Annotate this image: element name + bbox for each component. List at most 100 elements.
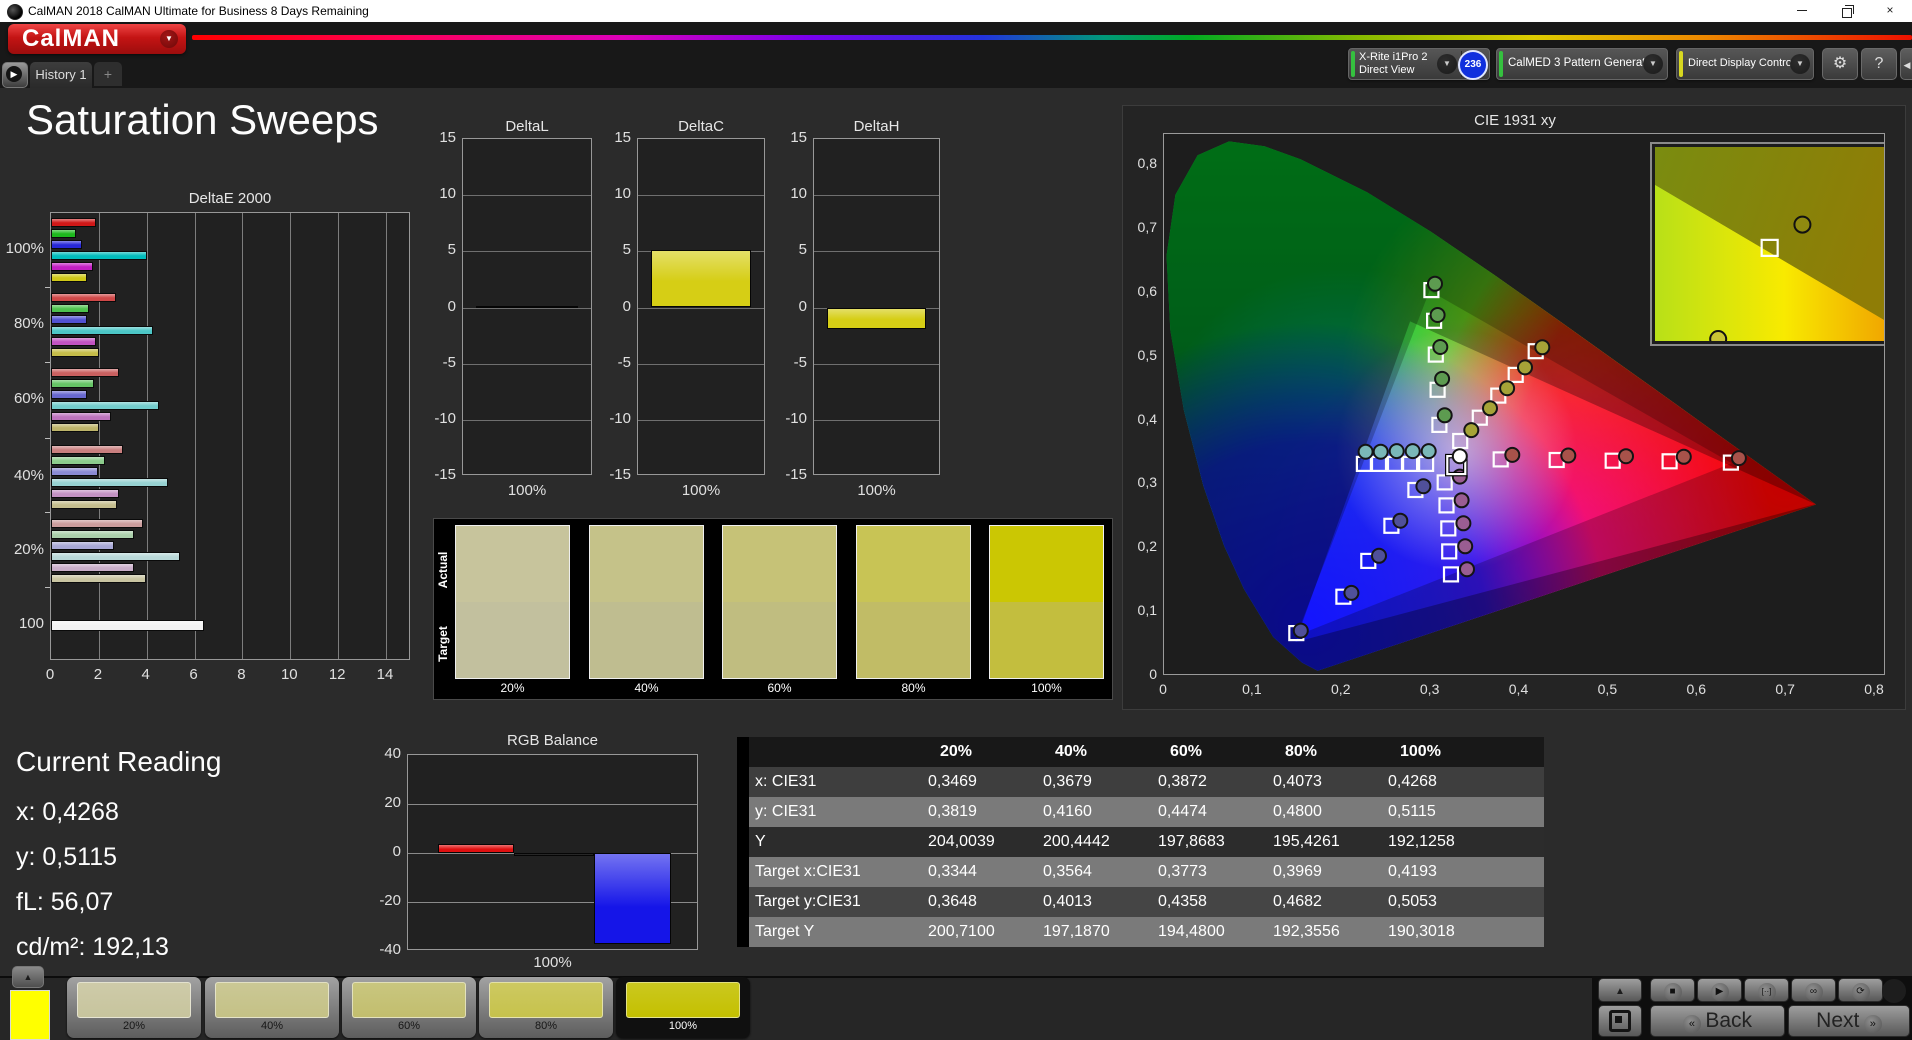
row-label-actual: Actual: [436, 545, 450, 595]
cie-measured-dot-red: [1561, 449, 1575, 463]
table-column-header: 80%: [1285, 737, 1380, 767]
reading-line: y: 0,5115: [16, 843, 117, 872]
cie-x-tick: 0,3: [1414, 681, 1446, 697]
deltae-bar: [51, 390, 87, 399]
cie-diagram: [1163, 133, 1885, 675]
rgb-y-tick: -40: [361, 941, 401, 958]
back-label: Back: [1705, 1009, 1752, 1032]
tab-scroll-button[interactable]: ▶: [2, 62, 28, 88]
deltae-bar: [51, 240, 82, 249]
delta-y-tick: -5: [420, 354, 456, 371]
cie-x-tick: 0,6: [1680, 681, 1712, 697]
calman-menu-button[interactable]: CalMAN ▼: [8, 24, 186, 54]
close-button[interactable]: ×: [1868, 0, 1912, 22]
restore-button[interactable]: [1825, 0, 1869, 22]
table-column-header: 100%: [1400, 737, 1544, 767]
axis-tick: [45, 438, 50, 439]
cie-measured-dot-cyan: [1374, 445, 1388, 459]
table-cell: 192,3556: [1273, 917, 1380, 947]
delta-y-tick: 10: [595, 185, 631, 202]
rgb-y-tick: 40: [361, 745, 401, 762]
table-column-header: 60%: [1170, 737, 1265, 767]
refresh-button[interactable]: ⟳: [1838, 978, 1883, 1002]
table-cell: 0,4800: [1273, 797, 1380, 827]
deltae-bar: [51, 412, 111, 421]
delta-y-tick: 10: [420, 185, 456, 202]
deltae-chart-title: DeltaE 2000: [50, 190, 410, 207]
generator-dropdown[interactable]: CalMED 3 Pattern Generator ▼: [1496, 48, 1668, 80]
window-title: CalMAN 2018 CalMAN Ultimate for Business…: [28, 0, 369, 22]
chevron-down-icon[interactable]: ▼: [1643, 54, 1663, 74]
patch-card-60%[interactable]: 60%: [342, 977, 476, 1038]
rgb-bar-green: [514, 853, 594, 856]
pattern-button[interactable]: [··]: [1744, 978, 1789, 1002]
swatch-tile: [856, 525, 971, 679]
table-cell: 0,4013: [1043, 887, 1150, 917]
back-button[interactable]: « Back: [1650, 1005, 1785, 1037]
swatch-tile: [722, 525, 837, 679]
cie-y-tick: 0,4: [1125, 411, 1157, 427]
patch-card-label: 60%: [342, 1020, 476, 1032]
meter-line1: X-Rite i1Pro 2: [1359, 51, 1427, 63]
gridline: [242, 213, 243, 659]
cluster-expand-button[interactable]: ▲: [1598, 978, 1642, 1002]
swatch-actual: [857, 526, 970, 602]
chevron-down-icon[interactable]: ▼: [160, 30, 178, 48]
swatch-label: 100%: [989, 681, 1104, 695]
rgb-y-tick: -20: [361, 892, 401, 909]
patch-card-80%[interactable]: 80%: [479, 977, 613, 1038]
cie-measured-dot-yellow: [1464, 423, 1478, 437]
deltae-bar: [51, 489, 119, 498]
deltae-group-label: 80%: [0, 315, 44, 332]
page-title: Saturation Sweeps: [26, 96, 379, 144]
play-button[interactable]: ▶: [1697, 978, 1742, 1002]
collapse-toolbar-button[interactable]: ◀: [1900, 48, 1912, 80]
swatch-target: [456, 602, 569, 678]
table-cell: 0,5053: [1388, 887, 1544, 917]
table-cell: 0,4358: [1158, 887, 1265, 917]
table-cell: 0,3969: [1273, 857, 1380, 887]
refresh-icon: ⟳: [1852, 983, 1870, 1001]
deltae-group-label: 20%: [0, 541, 44, 558]
gridline: [463, 364, 591, 365]
deltae-group-label: 40%: [0, 467, 44, 484]
swatch-target: [590, 602, 703, 678]
patch-card-100%[interactable]: 100%: [616, 977, 750, 1038]
delta-y-tick: -10: [771, 410, 807, 427]
next-button[interactable]: Next »: [1788, 1005, 1910, 1037]
meter-count-badge[interactable]: 236: [1458, 50, 1488, 80]
gridline: [814, 251, 939, 252]
meter-dropdown[interactable]: X-Rite i1Pro 2 Direct View ▼ 236: [1348, 48, 1490, 80]
stop-button[interactable]: ■: [1650, 978, 1695, 1002]
help-button[interactable]: ?: [1861, 48, 1897, 80]
cie-measured-dot-red: [1677, 450, 1691, 464]
table-cell: 0,4073: [1273, 767, 1380, 797]
delta-chart-deltal: [462, 138, 592, 475]
table-cell: 194,4800: [1158, 917, 1265, 947]
cie-x-tick: 0,2: [1325, 681, 1357, 697]
patch-card-20%[interactable]: 20%: [67, 977, 201, 1038]
chevron-down-icon[interactable]: ▼: [1790, 54, 1810, 74]
minimize-button[interactable]: [1780, 0, 1824, 22]
patch-card-40%[interactable]: 40%: [205, 977, 339, 1038]
tab-history-1[interactable]: History 1: [30, 62, 92, 88]
delta-y-tick: -10: [595, 410, 631, 427]
table-cell: 0,4160: [1043, 797, 1150, 827]
swatch-tile: [589, 525, 704, 679]
delta-chart-deltah: [813, 138, 940, 475]
gridline: [638, 195, 764, 196]
swatch-label: 80%: [856, 681, 971, 695]
chevron-down-icon[interactable]: ▼: [1437, 54, 1457, 74]
add-tab-button[interactable]: +: [94, 62, 122, 86]
gridline: [814, 364, 939, 365]
table-row: y: CIE310,38190,41600,44740,48000,5115: [749, 797, 1544, 827]
cie-y-tick: 0,8: [1125, 155, 1157, 171]
display-control-dropdown[interactable]: Direct Display Control ▼: [1676, 48, 1814, 80]
cie-y-tick: 0: [1125, 666, 1157, 682]
loop-button[interactable]: ∞: [1791, 978, 1836, 1002]
table-cell: 0,3773: [1158, 857, 1265, 887]
stop-pattern-button[interactable]: [1598, 1005, 1642, 1037]
patch-list-expand-button[interactable]: ▲: [12, 966, 44, 988]
settings-button[interactable]: ⚙: [1822, 48, 1858, 80]
chevrons-right-icon: »: [1864, 1015, 1882, 1033]
